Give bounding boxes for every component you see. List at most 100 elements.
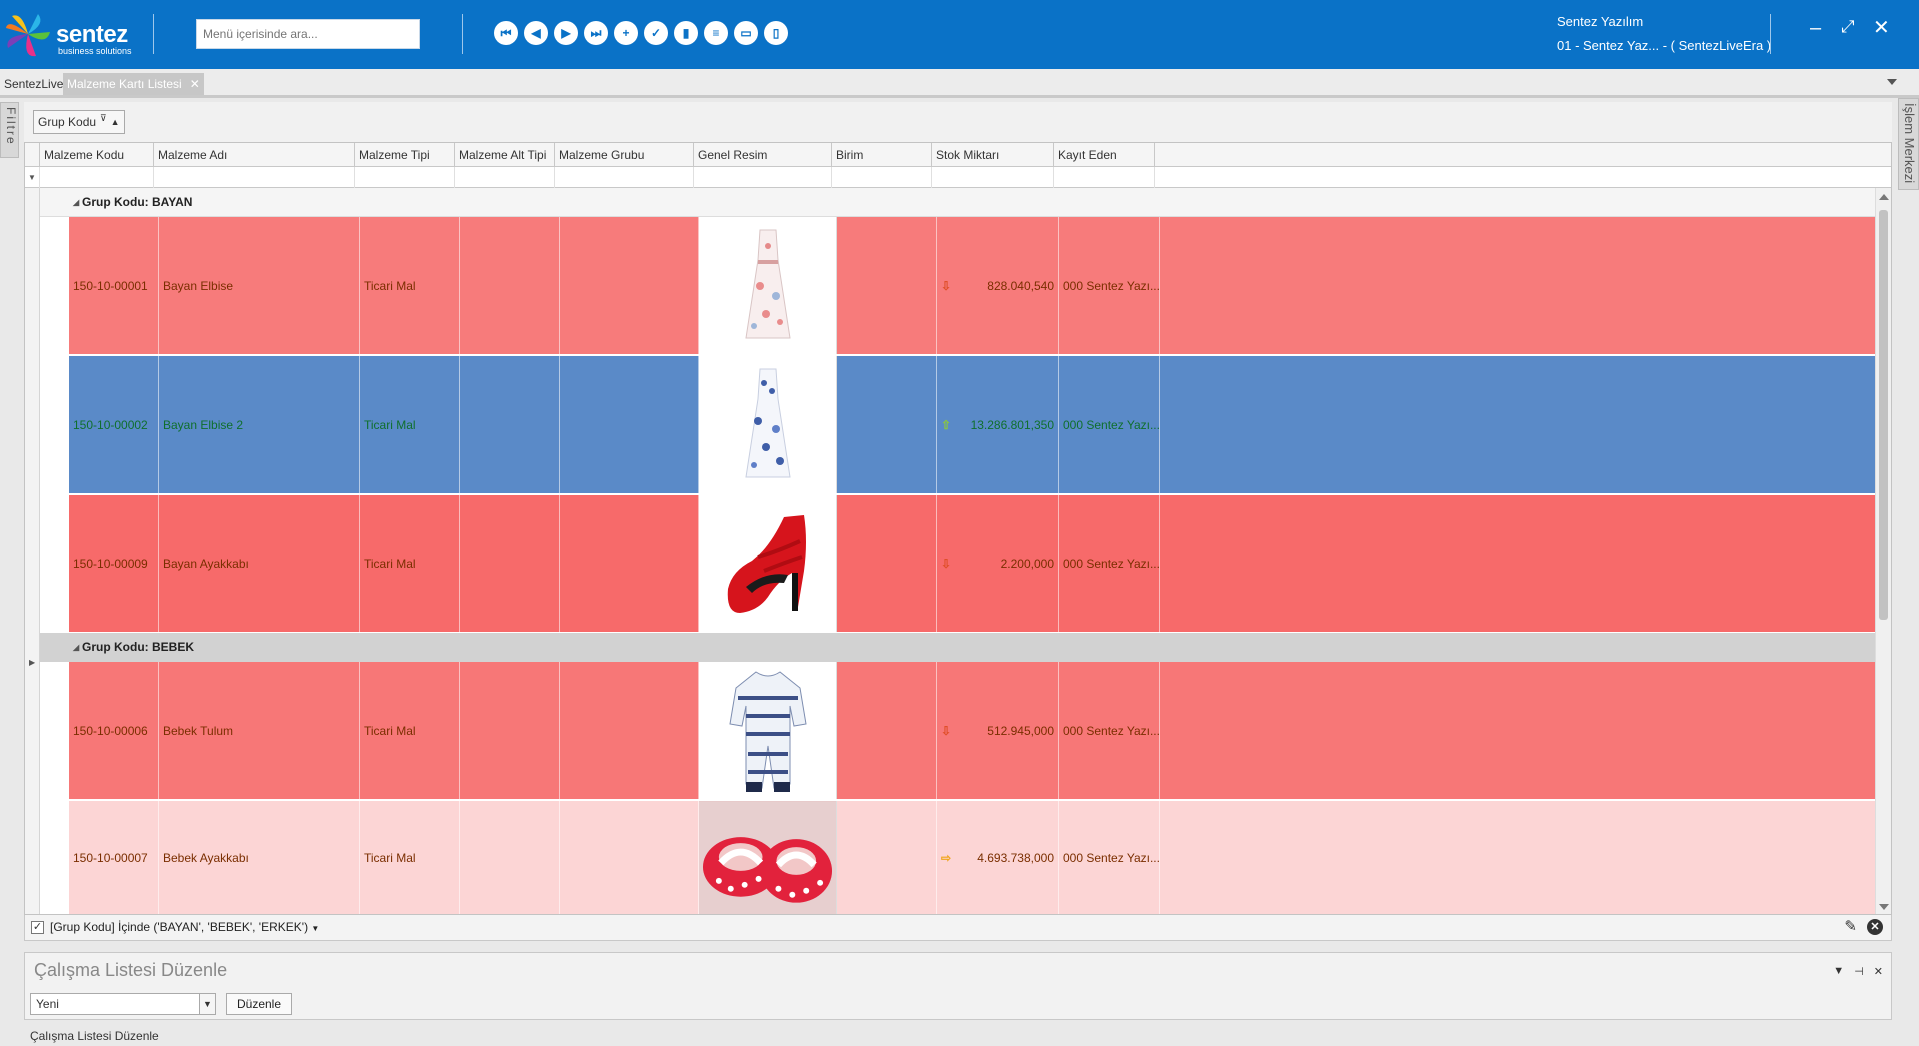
expand-arrow-icon[interactable]: ▶ (29, 658, 35, 667)
filter-cell[interactable] (40, 167, 154, 188)
footer-caption: Çalışma Listesi Düzenle (30, 1029, 159, 1043)
table-row[interactable]: 150-10-00009 Bayan Ayakkabı Ticari Mal ⇩… (69, 495, 1891, 633)
filter-side-panel[interactable]: Filtre (0, 102, 19, 158)
process-center-side-panel[interactable]: İşlem Merkezi (1898, 98, 1919, 190)
material-grid: Malzeme Kodu Malzeme Adı Malzeme Tipi Ma… (24, 142, 1892, 915)
cell-group (560, 495, 699, 632)
auto-filter-row[interactable]: ▼ (25, 167, 1891, 188)
filter-cell[interactable] (1054, 167, 1155, 188)
column-header-stock[interactable]: Stok Miktarı (932, 143, 1054, 167)
product-image-baby-shoes (699, 800, 837, 914)
tab-malzeme-karti-listesi[interactable]: Malzeme Kartı Listesi ✕ (63, 73, 204, 95)
company-name[interactable]: 01 - Sentez Yaz... - ( SentezLiveEra ) (1557, 38, 1771, 53)
first-record-icon[interactable]: ⏮ (494, 21, 518, 45)
column-header-type[interactable]: Malzeme Tipi (355, 143, 455, 167)
trash-icon[interactable]: ▯ (764, 21, 788, 45)
filter-dropdown-icon[interactable]: ▼ (311, 924, 319, 933)
active-filter-bar: ✓ [Grup Kodu] İçinde ('BAYAN', 'BEBEK', … (24, 915, 1892, 941)
cell-recorder: 000 Sentez Yazı... (1059, 801, 1160, 914)
add-icon[interactable]: + (614, 21, 638, 45)
scroll-up-icon[interactable] (1879, 194, 1889, 200)
tab-sentezlive[interactable]: SentezLive (0, 73, 67, 95)
sort-ascending-icon[interactable]: ▲ (111, 111, 120, 133)
column-header-recorder[interactable]: Kayıt Eden (1054, 143, 1155, 167)
group-row-label: Grup Kodu: BEBEK (82, 640, 194, 654)
tab-label: Malzeme Kartı Listesi (67, 77, 182, 91)
filter-cell[interactable] (455, 167, 555, 188)
tab-menu-chevron-icon[interactable] (1887, 79, 1897, 85)
work-list-title: Çalışma Listesi Düzenle (34, 960, 228, 980)
user-name[interactable]: Sentez Yazılım (1557, 14, 1643, 29)
minimize-icon[interactable]: – (1810, 18, 1821, 38)
filter-cell[interactable] (932, 167, 1054, 188)
baby-shoes-image (699, 800, 836, 914)
scrollbar-thumb[interactable] (1879, 210, 1888, 620)
cell-type: Ticari Mal (360, 801, 460, 914)
group-chip-label: Grup Kodu (38, 115, 97, 129)
cell-name: Bebek Ayakkabı (159, 801, 360, 914)
scroll-down-icon[interactable] (1879, 904, 1889, 910)
edit-filter-icon[interactable]: ✎ (1844, 915, 1857, 939)
collapse-group-icon[interactable]: ◢ (73, 188, 79, 217)
maximize-icon[interactable]: ⤢ (1841, 18, 1855, 35)
column-header-image[interactable]: Genel Resim (694, 143, 832, 167)
group-chip-grup-kodu[interactable]: Grup Kodu ⊽ ▲ (33, 110, 125, 134)
cell-subtype (460, 662, 560, 799)
filter-expression-text: [Grup Kodu] İçinde ('BAYAN', 'BEBEK', 'E… (50, 920, 309, 934)
column-header-group[interactable]: Malzeme Grubu (555, 143, 694, 167)
filter-cell[interactable] (694, 167, 832, 188)
close-icon[interactable]: ✕ (1873, 18, 1890, 38)
table-row-selected[interactable]: 150-10-00002 Bayan Elbise 2 Ticari Mal ⇧… (69, 356, 1891, 494)
filter-expression[interactable]: [Grup Kodu] İçinde ('BAYAN', 'BEBEK', 'E… (50, 915, 319, 941)
prev-record-icon[interactable]: ◀ (524, 21, 548, 45)
next-record-icon[interactable]: ▶ (554, 21, 578, 45)
filter-cell[interactable] (832, 167, 932, 188)
window-icon[interactable]: ▭ (734, 21, 758, 45)
table-row[interactable]: 150-10-00001 Bayan Elbise Ticari Mal ⇩ 8… (69, 217, 1891, 355)
clear-filter-icon[interactable]: ✕ (1867, 919, 1883, 935)
pin-icon[interactable]: ⊣ (1854, 965, 1864, 978)
column-header-code[interactable]: Malzeme Kodu (40, 143, 154, 167)
filter-enabled-checkbox[interactable]: ✓ (31, 921, 44, 934)
grid-header-row: Malzeme Kodu Malzeme Adı Malzeme Tipi Ma… (25, 143, 1891, 167)
app-header: sentez business solutions ⏮ ◀ ▶ ⏭ + ✓ ▮ … (0, 0, 1919, 69)
filter-cell[interactable] (555, 167, 694, 188)
work-list-select[interactable]: Yeni ▼ (30, 993, 216, 1015)
cell-unit (837, 495, 937, 632)
group-by-panel: Grup Kodu ⊽ ▲ (24, 102, 1892, 142)
chevron-down-icon[interactable]: ▼ (199, 994, 215, 1014)
panel-menu-icon[interactable]: ▼ (1833, 965, 1844, 978)
group-row-bebek[interactable]: ◢ Grup Kodu: BEBEK (40, 633, 1891, 662)
panel-close-icon[interactable]: ✕ (1874, 965, 1883, 978)
process-center-label: İşlem Merkezi (1902, 103, 1917, 184)
header-divider (153, 14, 154, 54)
list-icon[interactable]: ≡ (704, 21, 728, 45)
edit-button[interactable]: Düzenle (226, 993, 292, 1015)
check-icon[interactable]: ✓ (644, 21, 668, 45)
cell-code: 150-10-00009 (69, 495, 159, 632)
cell-code: 150-10-00007 (69, 801, 159, 914)
group-row-bayan[interactable]: ◢ Grup Kodu: BAYAN (40, 188, 1891, 217)
cell-subtype (460, 356, 560, 493)
cell-name: Bayan Ayakkabı (159, 495, 360, 632)
column-header-subtype[interactable]: Malzeme Alt Tipi (455, 143, 555, 167)
last-record-icon[interactable]: ⏭ (584, 21, 608, 45)
filter-cell[interactable] (355, 167, 455, 188)
header-divider (1770, 14, 1771, 54)
vertical-scrollbar[interactable] (1875, 188, 1891, 914)
header-divider (462, 14, 463, 54)
filter-cell[interactable] (154, 167, 355, 188)
collapse-group-icon[interactable]: ◢ (73, 633, 79, 662)
auto-filter-icon[interactable]: ▼ (25, 167, 40, 188)
tab-close-icon[interactable]: ✕ (190, 77, 200, 91)
stock-value: 828.040,540 (987, 278, 1054, 293)
menu-search-input[interactable] (196, 19, 420, 49)
table-row[interactable]: 150-10-00007 Bebek Ayakkabı Ticari Mal ⇨… (69, 800, 1891, 914)
logo-text: sentez (56, 21, 128, 48)
column-header-name[interactable]: Malzeme Adı (154, 143, 355, 167)
column-header-unit[interactable]: Birim (832, 143, 932, 167)
table-row[interactable]: 150-10-00006 Bebek Tulum Ticari Mal ⇩ 51… (69, 662, 1891, 800)
delete-icon[interactable]: ▮ (674, 21, 698, 45)
cell-stock: ⇨ 4.693.738,000 (937, 801, 1059, 914)
filter-icon[interactable]: ⊽ (100, 107, 107, 129)
